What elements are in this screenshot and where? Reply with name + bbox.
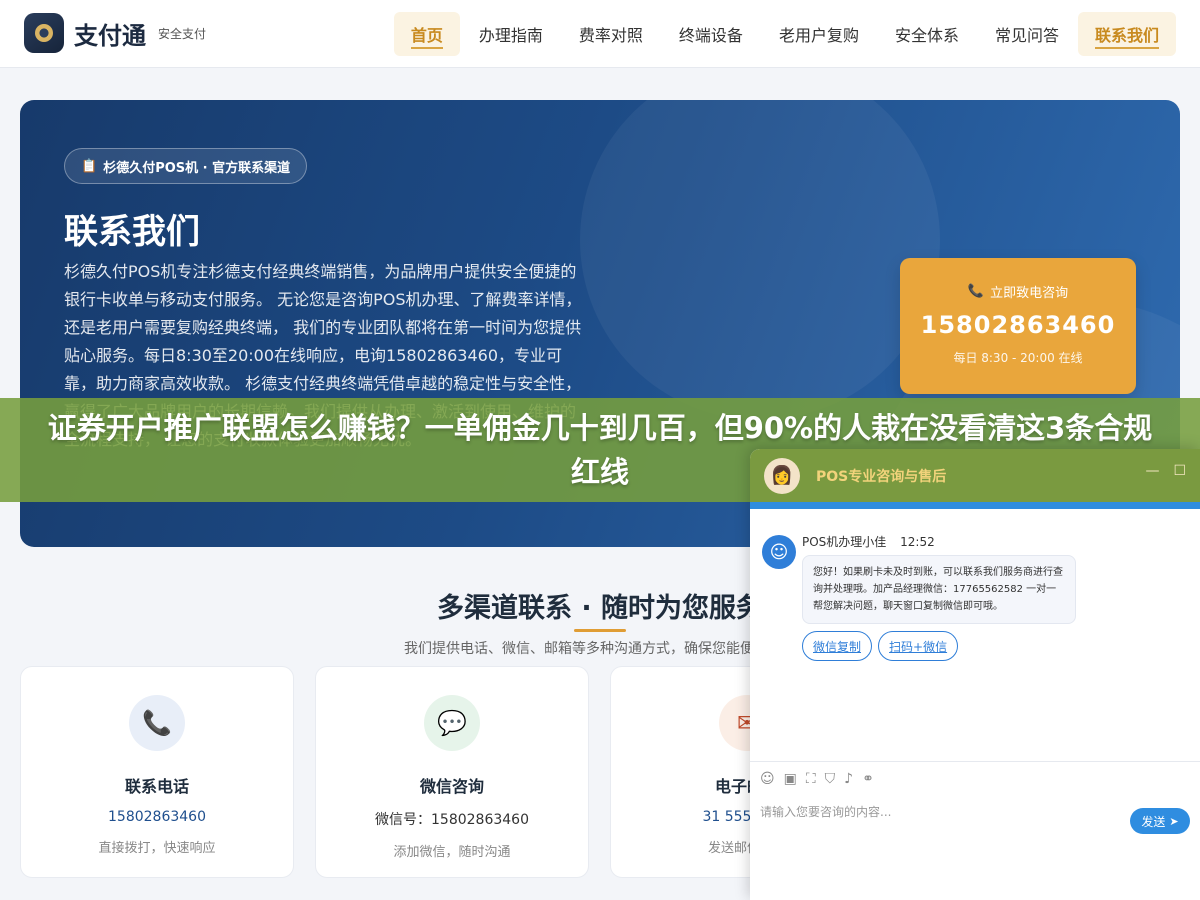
hero-badge-text: 杉德久付POS机 · 官方联系渠道 — [103, 160, 291, 176]
minimize-icon[interactable]: — — [1145, 463, 1159, 479]
card-value[interactable]: 微信号：15802863460 — [316, 809, 588, 829]
call-label: 立即致电咨询 — [990, 286, 1069, 301]
site-header: 支付通 安全支付 首页 办理指南 费率对照 终端设备 老用户复购 安全体系 常见… — [0, 0, 1200, 68]
nav-item-home[interactable]: 首页 — [393, 12, 460, 56]
card-title: 联系电话 — [124, 777, 189, 796]
send-arrow-icon: ➤ — [1169, 815, 1179, 828]
logo-mark-icon — [24, 13, 64, 53]
hero-badge: 📋 杉德久付POS机 · 官方联系渠道 — [64, 148, 308, 184]
emoji-icon[interactable]: ☺ — [760, 771, 775, 787]
card-note: 直接拨打，快速响应 — [98, 841, 216, 856]
nav-item-repurchase[interactable]: 老用户复购 — [762, 12, 876, 56]
chat-controls: — ☐ — [1131, 463, 1186, 479]
hero-decoration — [580, 100, 940, 420]
agent-face-icon: ☺ — [762, 535, 796, 569]
chat-toolbar: ☺ ▣ ⛶ ⛉ ♪ ⚭ — [750, 761, 1200, 795]
nav-item-security[interactable]: 安全体系 — [878, 12, 976, 56]
message-actions: 微信复制 扫码+微信 — [802, 631, 964, 661]
nav-item-devices[interactable]: 终端设备 — [662, 12, 760, 56]
call-hours: 每日 8:30 - 20:00 在线 — [953, 351, 1083, 365]
message-time: 12:52 — [900, 535, 935, 549]
nav-item-contact[interactable]: 联系我们 — [1077, 12, 1176, 56]
brand-subtitle: 安全支付 — [158, 26, 207, 41]
contact-card-wechat[interactable]: 💬 微信咨询 微信号：15802863460 添加微信，随时沟通 — [315, 666, 589, 878]
nav-item-rates[interactable]: 费率对照 — [562, 12, 660, 56]
chat-icon: 💬 — [424, 695, 480, 751]
agent-name: POS机办理小佳 — [802, 535, 887, 549]
scan-wechat-button[interactable]: 扫码+微信 — [878, 631, 959, 661]
section-underline — [574, 629, 626, 632]
chat-stripe — [750, 502, 1200, 509]
message-meta: POS机办理小佳 12:52 — [802, 533, 935, 550]
nav-item-guide[interactable]: 办理指南 — [462, 12, 560, 56]
brand-logo[interactable]: 支付通 安全支付 — [24, 13, 206, 53]
contact-card-phone[interactable]: 📞 联系电话 15802863460 直接拨打，快速响应 — [20, 666, 294, 878]
call-number[interactable]: 15802863460 — [900, 311, 1136, 339]
call-label-row: 📞 立即致电咨询 — [900, 282, 1136, 301]
send-button[interactable]: 发送 ➤ — [1130, 808, 1190, 834]
copy-wechat-button[interactable]: 微信复制 — [802, 631, 873, 661]
phone-icon: 📞 — [967, 284, 985, 299]
chat-widget: 👩 POS专业咨询与售后 — ☐ ☺ POS机办理小佳 12:52 您好！如果刷… — [750, 449, 1200, 900]
agent-avatar-icon: 👩 — [764, 457, 800, 494]
page-title: 联系我们 — [64, 212, 200, 252]
screenshot-icon[interactable]: ⛶ — [806, 771, 816, 787]
maximize-icon[interactable]: ☐ — [1173, 463, 1186, 479]
phone-icon: 📞 — [129, 695, 185, 751]
image-icon[interactable]: ▣ — [784, 771, 797, 787]
card-value[interactable]: 15802863460 — [21, 809, 293, 825]
call-now-card[interactable]: 📞 立即致电咨询 15802863460 每日 8:30 - 20:00 在线 — [900, 258, 1136, 394]
clipboard-icon: 📋 — [81, 158, 98, 174]
shield-icon[interactable]: ⛉ — [825, 771, 836, 787]
chat-header[interactable]: 👩 POS专业咨询与售后 — ☐ — [750, 449, 1200, 502]
main-nav: 首页 办理指南 费率对照 终端设备 老用户复购 安全体系 常见问答 联系我们 — [392, 12, 1176, 56]
send-label: 发送 — [1141, 814, 1166, 829]
nav-item-faq[interactable]: 常见问答 — [978, 12, 1076, 56]
chat-title: POS专业咨询与售后 — [816, 468, 947, 485]
chat-input[interactable] — [760, 797, 1120, 827]
message-bubble: 您好！如果刷卡未及时到账，可以联系我们服务商进行查询并处理哦。加产品经理微信：1… — [802, 555, 1076, 624]
card-note: 添加微信，随时沟通 — [393, 845, 511, 860]
voice-icon[interactable]: ♪ — [844, 771, 853, 787]
card-title: 微信咨询 — [419, 777, 484, 796]
brand-name: 支付通 — [74, 21, 146, 50]
wechat-icon[interactable]: ⚭ — [862, 771, 874, 787]
